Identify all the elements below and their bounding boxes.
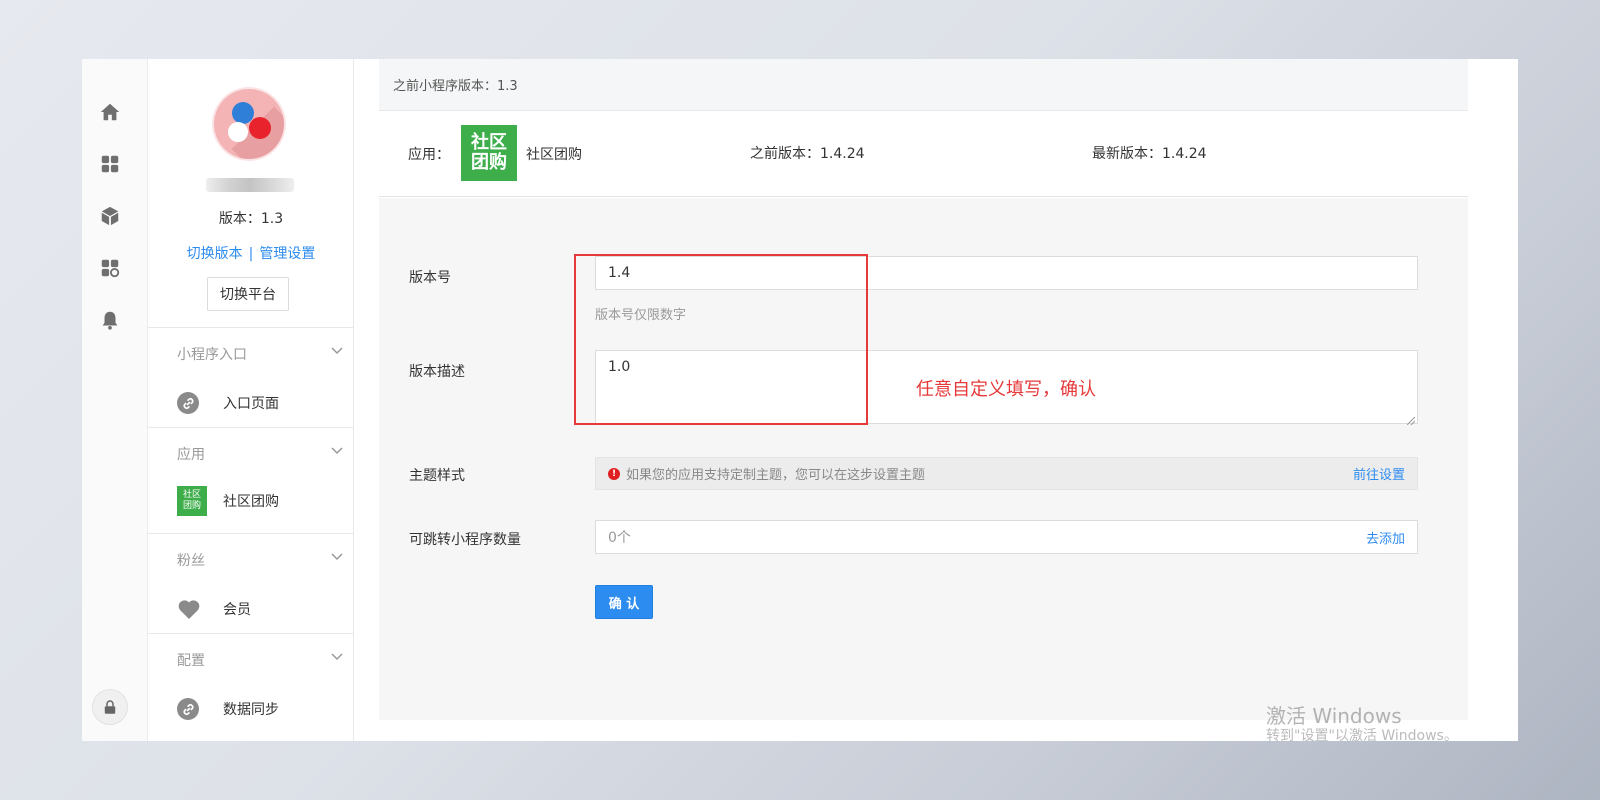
heart-icon: [177, 598, 201, 620]
section-title[interactable]: 粉丝: [177, 550, 205, 570]
version-description-label: 版本描述: [409, 364, 465, 380]
chevron-down-icon[interactable]: [330, 342, 344, 356]
app-info-bar: 应用： 社区团购 社区团购 之前版本：1.4.24 最新版本：1.4.24: [379, 111, 1468, 197]
app-label: 应用：: [408, 147, 450, 163]
theme-notice: ! 如果您的应用支持定制主题，您可以在这步设置主题 前往设置: [595, 457, 1418, 490]
version-number-label: 版本号: [409, 270, 451, 286]
previous-program-version: 之前小程序版本：1.3: [379, 59, 1468, 111]
sidebar-item-label: 社区团购: [223, 494, 279, 510]
jump-count-field[interactable]: 0个 去添加: [595, 520, 1418, 554]
side-panel: 版本：1.3 切换版本 | 管理设置 切换平台 小程序入口 入口页面 应用 社区团购…: [148, 59, 354, 741]
section-title[interactable]: 配置: [177, 650, 205, 670]
sidebar-item-data-sync[interactable]: 数据同步: [177, 696, 279, 722]
icon-rail: [82, 59, 148, 741]
home-icon[interactable]: [99, 101, 121, 123]
sidebar-item-community-group-buy[interactable]: 社区团购 社区团购: [177, 486, 279, 516]
add-link[interactable]: 去添加: [1366, 528, 1405, 547]
app-window: 版本：1.3 切换版本 | 管理设置 切换平台 小程序入口 入口页面 应用 社区团购…: [82, 59, 1518, 741]
section-title[interactable]: 小程序入口: [177, 344, 247, 364]
warning-icon: !: [608, 467, 620, 480]
sidebar-item-label: 入口页面: [223, 396, 279, 412]
sidebar-item-label: 数据同步: [223, 702, 279, 718]
chevron-down-icon[interactable]: [330, 442, 344, 456]
app-icon: 社区团购: [177, 486, 207, 516]
panel-version: 版本：1.3: [218, 211, 284, 227]
go-settings-link[interactable]: 前往设置: [1353, 464, 1405, 483]
app-name: 社区团购: [526, 147, 582, 163]
annotation-highlight-box: [574, 254, 868, 425]
blurred-username: [206, 178, 294, 192]
app-badge-icon: 社区团购: [461, 125, 517, 181]
section-fans: 粉丝 会员: [148, 533, 354, 633]
avatar: [214, 89, 284, 159]
previous-version: 之前版本：1.4.24: [750, 146, 865, 162]
section-mini-program-entry: 小程序入口 入口页面: [148, 327, 354, 427]
confirm-button[interactable]: 确 认: [595, 585, 653, 619]
section-config: 配置 数据同步: [148, 633, 354, 741]
latest-version: 最新版本：1.4.24: [1092, 146, 1207, 162]
theme-notice-text: 如果您的应用支持定制主题，您可以在这步设置主题: [626, 468, 926, 483]
activation-watermark-subtitle: 转到"设置"以激活 Windows。: [1266, 728, 1458, 741]
lock-icon[interactable]: [92, 689, 128, 725]
cube-icon[interactable]: [99, 205, 121, 227]
manage-settings-link[interactable]: 管理设置: [259, 246, 315, 262]
sidebar-item-label: 会员: [223, 602, 251, 618]
apps-icon[interactable]: [99, 153, 121, 175]
section-title[interactable]: 应用: [177, 444, 205, 464]
version-form: 版本号 1.4 版本号仅限数字 版本描述 1.0 主题样式 ! 如果您的应用支持…: [379, 198, 1468, 720]
chevron-down-icon[interactable]: [330, 648, 344, 662]
switch-version-link[interactable]: 切换版本: [187, 246, 243, 262]
bell-icon[interactable]: [99, 309, 121, 331]
link-icon: [177, 392, 199, 414]
section-apps: 应用 社区团购 社区团购: [148, 427, 354, 533]
sidebar-item-entry-page[interactable]: 入口页面: [177, 390, 279, 416]
switch-platform-button[interactable]: 切换平台: [207, 277, 289, 311]
jump-count-label: 可跳转小程序数量: [409, 532, 521, 548]
apps-settings-icon[interactable]: [99, 257, 121, 279]
theme-style-label: 主题样式: [409, 468, 465, 484]
link-icon: [177, 698, 199, 720]
panel-links: 切换版本 | 管理设置: [148, 243, 354, 263]
main-content: 之前小程序版本：1.3 应用： 社区团购 社区团购 之前版本：1.4.24 最新…: [354, 59, 1518, 741]
jump-count-value: 0个: [608, 530, 631, 546]
sidebar-item-members[interactable]: 会员: [177, 596, 251, 622]
resize-grip-icon[interactable]: [1406, 413, 1416, 426]
activation-watermark-title: 激活 Windows: [1266, 704, 1402, 728]
annotation-text: 任意自定义填写，确认: [916, 379, 1096, 400]
link-separator: |: [248, 246, 254, 262]
chevron-down-icon[interactable]: [330, 548, 344, 562]
